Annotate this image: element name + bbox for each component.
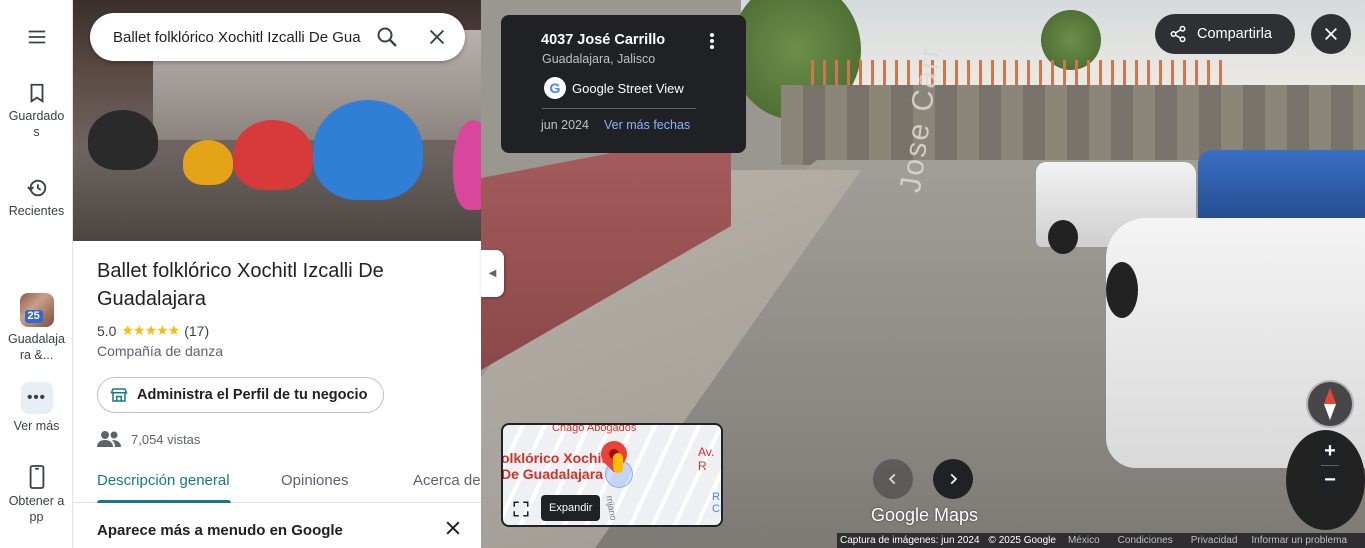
views-label: 7,054 vistas [131, 431, 201, 447]
minimap-street-label: Av. R [698, 445, 715, 473]
previous-photo-button[interactable] [873, 459, 913, 499]
zoom-controls: + − [1316, 437, 1344, 493]
divider [542, 108, 696, 109]
manage-profile-label: Administra el Perfil de tu negocio [137, 387, 368, 403]
capture-date: Captura de imágenes: jun 2024 [840, 535, 980, 546]
saved-label: Guardados [8, 109, 65, 139]
zoom-out-button[interactable]: − [1316, 466, 1344, 494]
place-panel: Ballet folklórico Xochitl Izcalli De Gua… [73, 0, 481, 548]
saved-button[interactable]: Guardados [0, 82, 73, 140]
minimap-poi-label: R CH [712, 491, 721, 515]
recent-place-item[interactable]: 25 Guadalajara &... [0, 293, 73, 363]
compass-icon [1324, 388, 1336, 420]
share-icon [1170, 25, 1186, 43]
parked-car [1198, 150, 1365, 225]
phone-icon [29, 465, 44, 489]
recent-button[interactable]: Recientes [0, 177, 73, 219]
tab-reviews[interactable]: Opiniones [281, 472, 349, 489]
chevron-left-icon: ◀ [488, 268, 497, 279]
more-vert-icon[interactable] [709, 32, 715, 50]
photo-dancer [183, 140, 233, 185]
close-icon [1325, 28, 1337, 40]
compass-button[interactable] [1306, 380, 1354, 428]
sv-city: Guadalajara, Jalisco [542, 52, 656, 66]
fullscreen-icon [513, 501, 529, 517]
copyright[interactable]: © 2025 Google [986, 535, 1062, 546]
minimap-poi-line2: CH [712, 503, 721, 515]
chevron-left-icon [888, 473, 896, 485]
search-input[interactable] [113, 28, 361, 46]
country-link[interactable]: México [1062, 535, 1106, 546]
minimap-street-label: rrijano [604, 494, 619, 522]
minimap-place-line2: De Guadalajara [501, 466, 603, 482]
recent-place-label: Guadalajara &... [8, 332, 65, 362]
sv-date: jun 2024 [541, 118, 589, 132]
terms-link[interactable]: Condiciones [1106, 535, 1179, 546]
place-category[interactable]: Compañía de danza [97, 343, 223, 359]
bookmark-icon [30, 83, 43, 103]
search-icon[interactable] [375, 25, 399, 49]
tab-about[interactable]: Acerca de [413, 472, 481, 489]
more-label: Ver más [13, 419, 60, 433]
collapse-panel-button[interactable]: ◀ [481, 250, 504, 297]
google-logo-icon: G [544, 77, 566, 99]
rating-stars: ★★★★★ [121, 322, 180, 338]
car-wheel [1106, 262, 1138, 318]
share-label: Compartirla [1197, 26, 1272, 42]
more-dots-icon: ••• [20, 382, 53, 414]
photo-dancer [313, 100, 423, 200]
manage-profile-button[interactable]: Administra el Perfil de tu negocio [97, 377, 385, 413]
minimap-place-line1: olklórico Xochitl [501, 450, 610, 466]
expand-minimap-button[interactable] [508, 496, 534, 522]
place-rating[interactable]: 5.0 ★★★★★ (17) [97, 322, 209, 339]
zoom-in-button[interactable]: + [1316, 437, 1344, 465]
sv-address: 4037 José Carrillo [541, 32, 666, 48]
map-footer: Captura de imágenes: jun 2024 © 2025 Goo… [837, 533, 1365, 548]
expand-tooltip: Expandir [541, 495, 601, 521]
section-title: Aparece más a menudo en Google [97, 522, 343, 539]
close-street-view-button[interactable] [1311, 14, 1351, 54]
next-photo-button[interactable] [933, 459, 973, 499]
minimap-poi-label: Chago Abogados [552, 423, 637, 434]
people-icon [97, 431, 121, 447]
views-count: 7,054 vistas [97, 430, 200, 448]
recent-label: Recientes [8, 204, 65, 218]
rating-value: 5.0 [97, 322, 117, 339]
more-button[interactable]: ••• Ver más [0, 382, 73, 434]
close-icon[interactable] [443, 518, 463, 538]
minimap-poi-line1: R [712, 491, 720, 503]
sv-source: G Google Street View [544, 77, 684, 99]
tab-overview[interactable]: Descripción general [97, 472, 230, 489]
search-box[interactable] [90, 13, 465, 61]
place-title: Ballet folklórico Xochitl Izcalli De Gua… [97, 260, 384, 310]
chevron-right-icon [950, 473, 958, 485]
close-icon[interactable] [426, 26, 448, 48]
photo-dancer [88, 110, 158, 170]
google-maps-logo: Google Maps [871, 505, 979, 525]
fence [811, 60, 1231, 88]
privacy-link[interactable]: Privacidad [1179, 535, 1244, 546]
history-icon [26, 179, 46, 197]
get-app-label: Obtener app [8, 494, 65, 524]
place-tabs: Descripción general Opiniones Acerca de [73, 461, 481, 503]
share-button[interactable]: Compartirla [1155, 14, 1295, 54]
menu-button[interactable] [0, 26, 73, 48]
active-tab-indicator [97, 500, 231, 503]
sv-source-label: Google Street View [572, 80, 684, 96]
more-dates-link[interactable]: Ver más fechas [604, 118, 690, 132]
recent-place-thumbnail: 25 [19, 293, 54, 327]
left-rail: Guardados Recientes 25 Guadalajara &... … [0, 0, 73, 548]
car-wheel [1048, 220, 1078, 254]
get-app-button[interactable]: Obtener app [0, 465, 73, 525]
report-link[interactable]: Informar un problema [1243, 535, 1353, 546]
review-count[interactable]: (17) [184, 323, 209, 339]
recent-place-badge: 25 [24, 310, 43, 323]
minimap-place-label: olklórico Xochitl De Guadalajara [501, 450, 610, 482]
storefront-icon [110, 388, 128, 402]
minimap[interactable]: Chago Abogados olklórico Xochitl De Guad… [501, 423, 723, 527]
street-view-info-card: 4037 José Carrillo Guadalajara, Jalisco … [501, 15, 746, 153]
pegman-icon [613, 453, 623, 473]
hamburger-menu-icon [28, 30, 45, 44]
photo-dancer [233, 120, 313, 190]
